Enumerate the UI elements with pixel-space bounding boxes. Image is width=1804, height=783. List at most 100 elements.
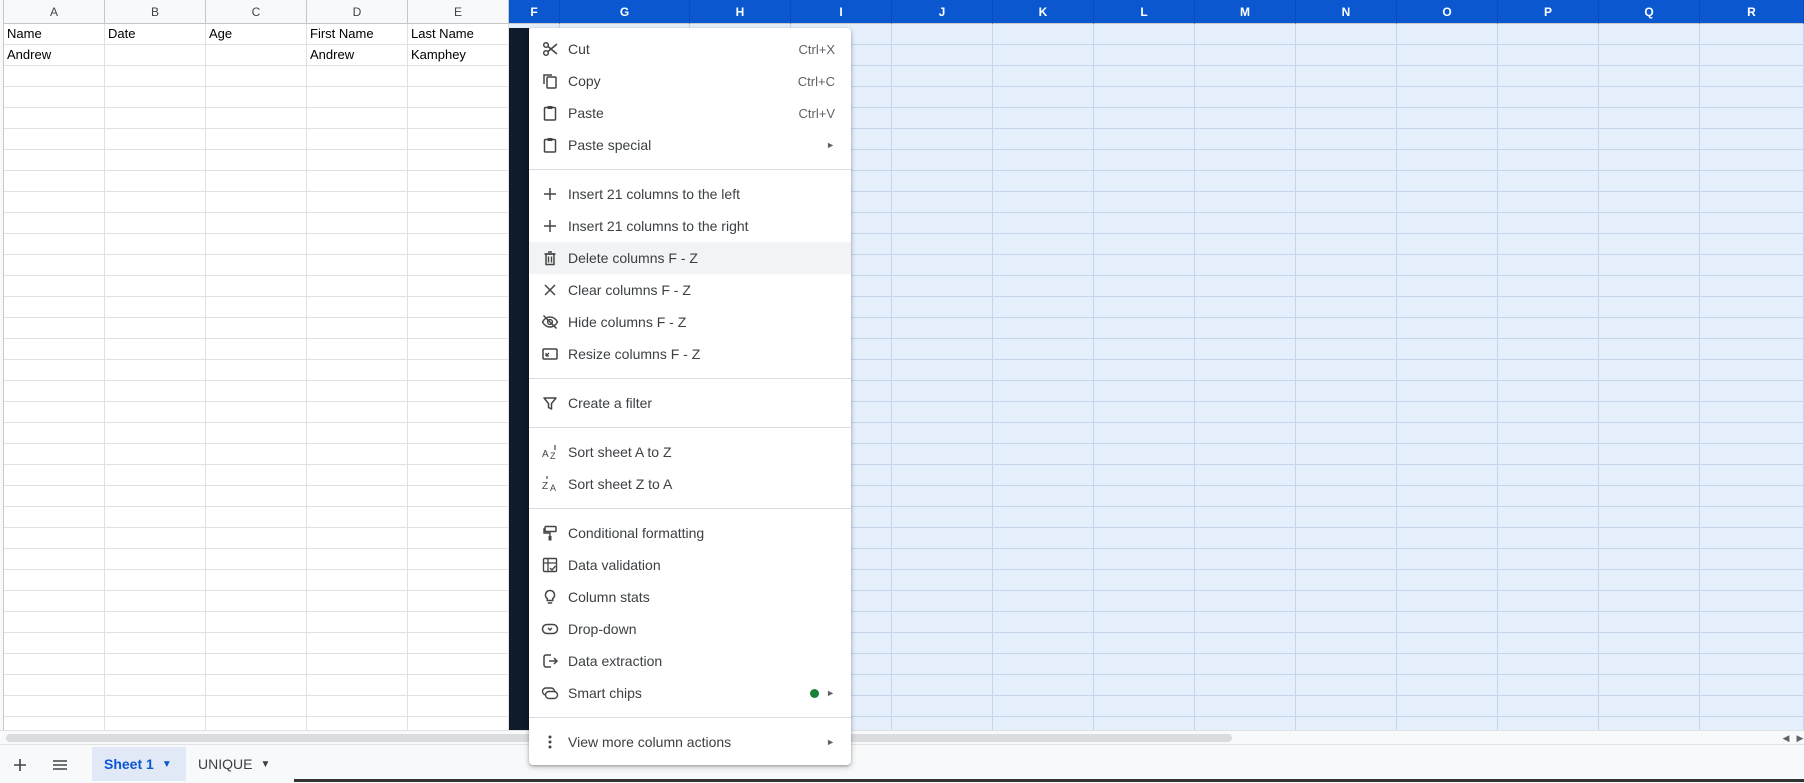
cell-o24[interactable] xyxy=(1397,507,1498,528)
cell-p3[interactable] xyxy=(1498,66,1599,87)
cell-j19[interactable] xyxy=(892,402,993,423)
column-header-g[interactable]: G xyxy=(560,0,690,24)
cell-r15[interactable] xyxy=(1700,318,1804,339)
cell-q33[interactable] xyxy=(1599,696,1700,717)
cell-k13[interactable] xyxy=(993,276,1094,297)
cell-j21[interactable] xyxy=(892,444,993,465)
cell-m23[interactable] xyxy=(1195,486,1296,507)
cell-a22[interactable] xyxy=(4,465,105,486)
cell-e11[interactable] xyxy=(408,234,509,255)
cell-d9[interactable] xyxy=(307,192,408,213)
cell-o13[interactable] xyxy=(1397,276,1498,297)
cell-l16[interactable] xyxy=(1094,339,1195,360)
cell-a1[interactable]: Name xyxy=(4,24,105,45)
cell-q29[interactable] xyxy=(1599,612,1700,633)
cell-o7[interactable] xyxy=(1397,150,1498,171)
cell-j8[interactable] xyxy=(892,171,993,192)
cell-m10[interactable] xyxy=(1195,213,1296,234)
cell-n22[interactable] xyxy=(1296,465,1397,486)
cell-b4[interactable] xyxy=(105,87,206,108)
cell-m12[interactable] xyxy=(1195,255,1296,276)
cell-e6[interactable] xyxy=(408,129,509,150)
cell-a32[interactable] xyxy=(4,675,105,696)
menu-item-copy[interactable]: Copy Ctrl+C xyxy=(529,65,851,97)
cell-n7[interactable] xyxy=(1296,150,1397,171)
cell-q14[interactable] xyxy=(1599,297,1700,318)
cell-j25[interactable] xyxy=(892,528,993,549)
cell-o33[interactable] xyxy=(1397,696,1498,717)
column-header-h[interactable]: H xyxy=(690,0,791,24)
cell-d31[interactable] xyxy=(307,654,408,675)
menu-item-view-more-column-actions[interactable]: View more column actions ► xyxy=(529,726,851,758)
cell-d21[interactable] xyxy=(307,444,408,465)
cell-a24[interactable] xyxy=(4,507,105,528)
cell-b15[interactable] xyxy=(105,318,206,339)
menu-item-drop-down[interactable]: Drop-down xyxy=(529,613,851,645)
cell-p13[interactable] xyxy=(1498,276,1599,297)
cell-o9[interactable] xyxy=(1397,192,1498,213)
cell-p20[interactable] xyxy=(1498,423,1599,444)
cell-j30[interactable] xyxy=(892,633,993,654)
cell-b17[interactable] xyxy=(105,360,206,381)
cell-b21[interactable] xyxy=(105,444,206,465)
cell-q7[interactable] xyxy=(1599,150,1700,171)
cell-a6[interactable] xyxy=(4,129,105,150)
cell-p18[interactable] xyxy=(1498,381,1599,402)
cell-m6[interactable] xyxy=(1195,129,1296,150)
cell-r6[interactable] xyxy=(1700,129,1804,150)
cell-a13[interactable] xyxy=(4,276,105,297)
cell-a12[interactable] xyxy=(4,255,105,276)
cell-n5[interactable] xyxy=(1296,108,1397,129)
cell-r18[interactable] xyxy=(1700,381,1804,402)
cell-o8[interactable] xyxy=(1397,171,1498,192)
cell-q6[interactable] xyxy=(1599,129,1700,150)
cell-r29[interactable] xyxy=(1700,612,1804,633)
cell-d4[interactable] xyxy=(307,87,408,108)
cell-j26[interactable] xyxy=(892,549,993,570)
cell-o15[interactable] xyxy=(1397,318,1498,339)
cell-a17[interactable] xyxy=(4,360,105,381)
cell-l15[interactable] xyxy=(1094,318,1195,339)
cell-d10[interactable] xyxy=(307,213,408,234)
cell-c30[interactable] xyxy=(206,633,307,654)
cell-n9[interactable] xyxy=(1296,192,1397,213)
cell-n26[interactable] xyxy=(1296,549,1397,570)
column-header-b[interactable]: B xyxy=(105,0,206,24)
cell-b26[interactable] xyxy=(105,549,206,570)
cell-o10[interactable] xyxy=(1397,213,1498,234)
cell-n6[interactable] xyxy=(1296,129,1397,150)
cell-n19[interactable] xyxy=(1296,402,1397,423)
cell-e30[interactable] xyxy=(408,633,509,654)
cell-a9[interactable] xyxy=(4,192,105,213)
cell-k26[interactable] xyxy=(993,549,1094,570)
cell-l19[interactable] xyxy=(1094,402,1195,423)
cell-m28[interactable] xyxy=(1195,591,1296,612)
cell-c31[interactable] xyxy=(206,654,307,675)
cell-m13[interactable] xyxy=(1195,276,1296,297)
cell-c8[interactable] xyxy=(206,171,307,192)
cell-c24[interactable] xyxy=(206,507,307,528)
cell-q24[interactable] xyxy=(1599,507,1700,528)
cell-q2[interactable] xyxy=(1599,45,1700,66)
cell-r24[interactable] xyxy=(1700,507,1804,528)
cell-p22[interactable] xyxy=(1498,465,1599,486)
cell-r19[interactable] xyxy=(1700,402,1804,423)
cell-p25[interactable] xyxy=(1498,528,1599,549)
cell-c19[interactable] xyxy=(206,402,307,423)
cell-d34[interactable] xyxy=(307,717,408,730)
cell-p2[interactable] xyxy=(1498,45,1599,66)
cell-l8[interactable] xyxy=(1094,171,1195,192)
cell-o6[interactable] xyxy=(1397,129,1498,150)
cell-d2[interactable]: Andrew xyxy=(307,45,408,66)
cell-d13[interactable] xyxy=(307,276,408,297)
cell-n21[interactable] xyxy=(1296,444,1397,465)
cell-b12[interactable] xyxy=(105,255,206,276)
cell-o31[interactable] xyxy=(1397,654,1498,675)
cell-b28[interactable] xyxy=(105,591,206,612)
cell-c21[interactable] xyxy=(206,444,307,465)
cell-q1[interactable] xyxy=(1599,24,1700,45)
cell-d23[interactable] xyxy=(307,486,408,507)
cell-j24[interactable] xyxy=(892,507,993,528)
cell-r26[interactable] xyxy=(1700,549,1804,570)
cell-c26[interactable] xyxy=(206,549,307,570)
